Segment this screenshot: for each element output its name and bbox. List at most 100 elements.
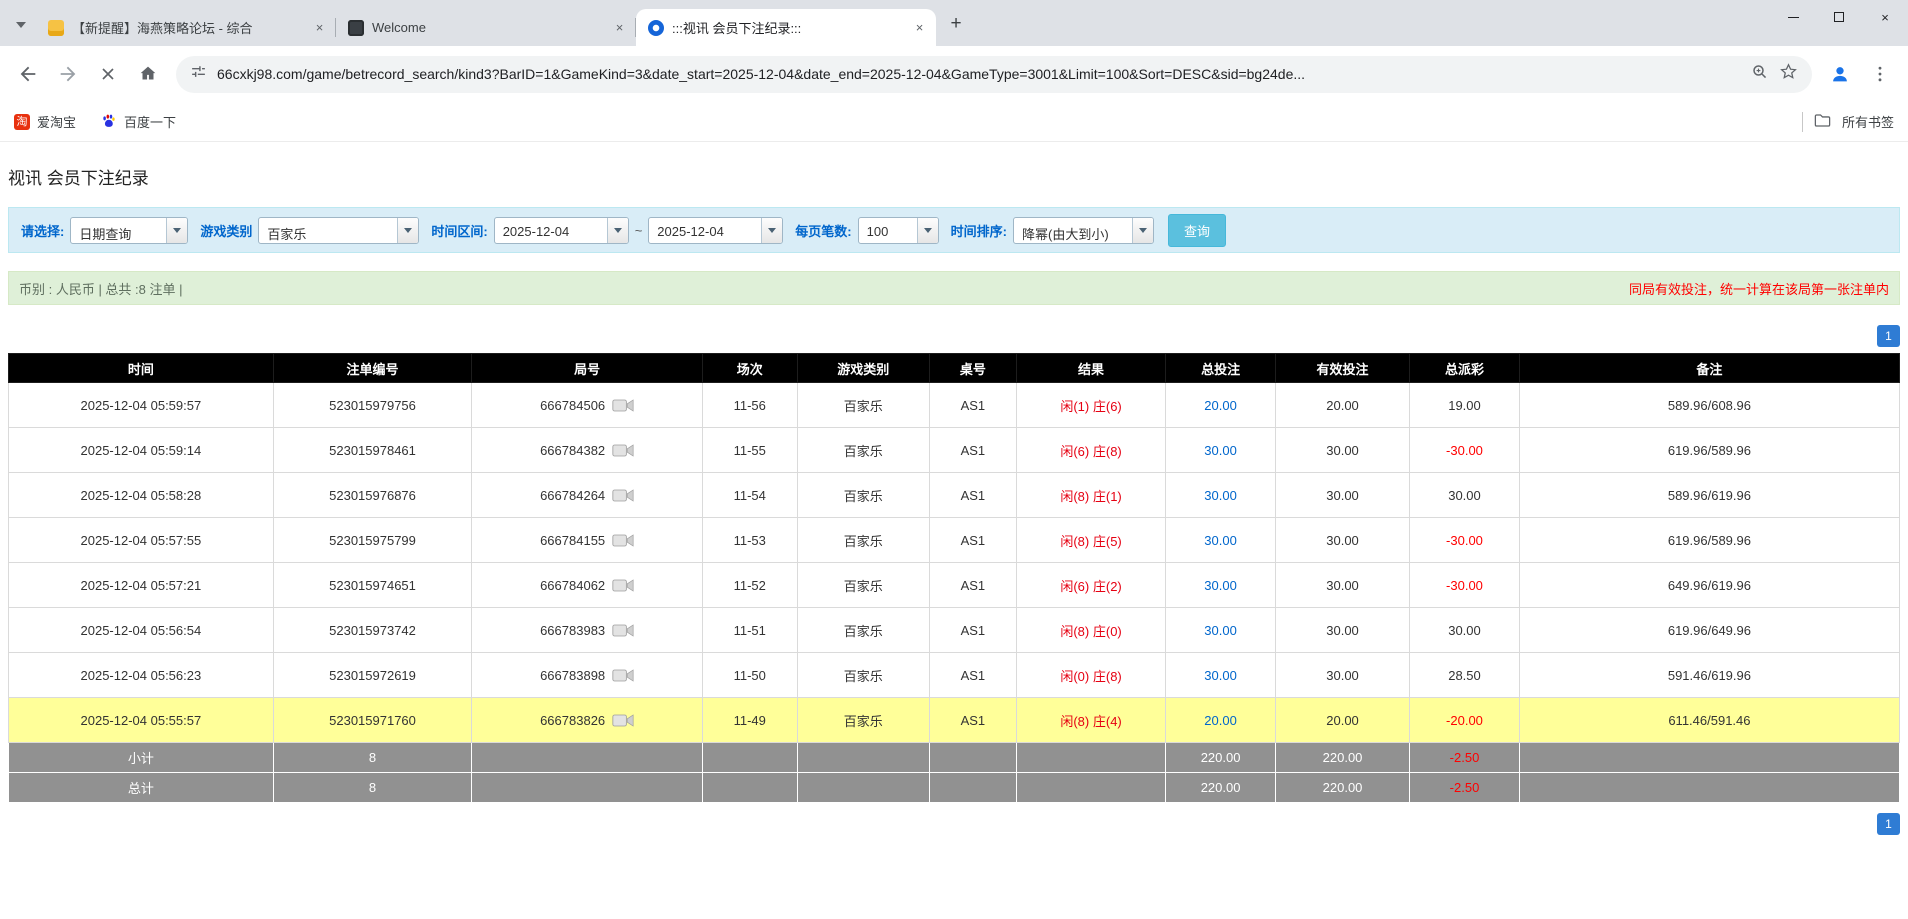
cell-time: 2025-12-04 05:56:23 <box>8 652 274 698</box>
payout-value: -30.00 <box>1446 577 1483 593</box>
cell-game-type: 百家乐 <box>796 652 930 698</box>
zoom-icon[interactable] <box>1751 63 1769 86</box>
pagination-bottom: 1 <box>8 813 1900 835</box>
profile-icon[interactable] <box>1822 56 1858 92</box>
total-bet-link[interactable]: 30.00 <box>1204 488 1237 503</box>
cell-total-bet[interactable]: 30.00 <box>1165 472 1276 518</box>
total-bet-link[interactable]: 30.00 <box>1204 578 1237 593</box>
cell-bet-id: 523015975799 <box>272 517 473 563</box>
game-type-value[interactable]: 百家乐 <box>259 218 397 243</box>
result-banker: 庄(0) <box>1092 623 1122 639</box>
sort-order-select[interactable]: 降幂(由大到小) <box>1012 216 1154 244</box>
cell-round: 666783983 <box>471 607 703 653</box>
page-number-button[interactable]: 1 <box>1877 813 1900 835</box>
date-end-value[interactable]: 2025-12-04 <box>649 218 761 243</box>
url-text[interactable]: 66cxkj98.com/game/betrecord_search/kind3… <box>217 66 1741 82</box>
round-number: 666784155 <box>540 532 606 548</box>
date-start-input[interactable]: 2025-12-04 <box>493 216 629 244</box>
home-button[interactable] <box>130 56 166 92</box>
dropdown-arrow-icon[interactable] <box>397 217 419 243</box>
bookmark-taobao[interactable]: 淘 爱淘宝 <box>14 112 76 131</box>
bookmark-star-icon[interactable] <box>1779 62 1798 86</box>
query-button[interactable]: 查询 <box>1167 213 1226 247</box>
dropdown-arrow-icon[interactable] <box>916 217 938 243</box>
video-replay-icon[interactable] <box>612 577 634 594</box>
total-bet-link[interactable]: 30.00 <box>1204 533 1237 548</box>
total-bet-link[interactable]: 30.00 <box>1204 443 1237 458</box>
game-type-select[interactable]: 百家乐 <box>258 216 420 244</box>
chevron-down-icon[interactable] <box>8 12 34 38</box>
cell-round: 666783898 <box>471 652 703 698</box>
column-header: 桌号 <box>928 353 1017 383</box>
table-header-row: 时间 注单编号 局号 场次 游戏类别 桌号 结果 总投注 有效投注 总派彩 备注 <box>8 353 1901 383</box>
cell-total-bet[interactable]: 30.00 <box>1165 517 1276 563</box>
url-bar[interactable]: 66cxkj98.com/game/betrecord_search/kind3… <box>176 55 1812 93</box>
select-type-label: 请选择: <box>21 223 65 239</box>
query-type-select[interactable]: 日期查询 <box>70 216 189 244</box>
column-header: 有效投注 <box>1274 353 1411 383</box>
total-bet-link[interactable]: 20.00 <box>1204 398 1237 413</box>
cell-session: 11-55 <box>701 427 798 473</box>
video-replay-icon[interactable] <box>612 667 634 684</box>
video-replay-icon[interactable] <box>612 397 634 414</box>
result-banker: 庄(8) <box>1092 668 1122 684</box>
menu-icon[interactable] <box>1862 56 1898 92</box>
cell-total-bet[interactable]: 30.00 <box>1165 562 1276 608</box>
date-start-value[interactable]: 2025-12-04 <box>495 218 607 243</box>
page-number-button[interactable]: 1 <box>1877 325 1900 347</box>
back-button[interactable] <box>10 56 46 92</box>
all-bookmarks-label[interactable]: 所有书签 <box>1842 112 1894 131</box>
cell-total-bet[interactable]: 30.00 <box>1165 652 1276 698</box>
summary-cell: -2.50 <box>1409 772 1520 803</box>
total-bet-link[interactable]: 20.00 <box>1204 713 1237 728</box>
tab-title: 【新提醒】海燕策略论坛 - 综合 <box>72 21 253 36</box>
per-page-select[interactable]: 100 <box>857 216 939 244</box>
site-info-icon[interactable] <box>190 63 207 85</box>
sort-order-value[interactable]: 降幂(由大到小) <box>1014 218 1132 243</box>
forward-button[interactable] <box>50 56 86 92</box>
query-type-value[interactable]: 日期查询 <box>71 218 166 243</box>
summary-cell <box>1015 742 1167 773</box>
video-replay-icon[interactable] <box>612 622 634 639</box>
video-replay-icon[interactable] <box>612 532 634 549</box>
per-page-value[interactable]: 100 <box>859 218 917 243</box>
minimize-button[interactable] <box>1770 0 1816 34</box>
tab-forum[interactable]: 【新提醒】海燕策略论坛 - 综合 × <box>36 9 336 46</box>
result-player: 闲(6) <box>1060 443 1090 459</box>
cell-note: 619.96/589.96 <box>1518 427 1901 473</box>
bookmark-baidu[interactable]: 百度一下 <box>100 112 176 132</box>
round-number: 666784506 <box>540 397 606 413</box>
total-bet-link[interactable]: 30.00 <box>1204 668 1237 683</box>
new-tab-button[interactable]: + <box>942 10 970 38</box>
maximize-button[interactable] <box>1816 0 1862 34</box>
close-tab-icon[interactable]: × <box>911 19 928 36</box>
bet-record-row: 2025-12-04 05:58:28 523015976876 666784264… <box>8 472 1901 518</box>
cell-total-bet[interactable]: 30.00 <box>1165 427 1276 473</box>
video-replay-icon[interactable] <box>612 442 634 459</box>
close-window-button[interactable]: × <box>1862 0 1908 34</box>
round-number: 666784382 <box>540 442 606 458</box>
cell-total-bet[interactable]: 30.00 <box>1165 607 1276 653</box>
dropdown-arrow-icon[interactable] <box>1131 217 1153 243</box>
cell-total-bet[interactable]: 20.00 <box>1165 697 1276 743</box>
cell-note: 611.46/591.46 <box>1518 697 1901 743</box>
close-tab-icon[interactable]: × <box>611 19 628 36</box>
tab-welcome[interactable]: Welcome × <box>336 9 636 46</box>
cell-game-type: 百家乐 <box>796 382 930 428</box>
video-replay-icon[interactable] <box>612 487 634 504</box>
cell-total-bet[interactable]: 20.00 <box>1165 382 1276 428</box>
bet-record-row: 2025-12-04 05:59:57 523015979756 666784506… <box>8 382 1901 428</box>
stop-loading-icon[interactable] <box>90 56 126 92</box>
video-replay-icon[interactable] <box>612 712 634 729</box>
total-bet-link[interactable]: 30.00 <box>1204 623 1237 638</box>
dropdown-arrow-icon[interactable] <box>761 217 783 243</box>
cell-round: 666784382 <box>471 427 703 473</box>
tab-bet-records[interactable]: :::视讯 会员下注纪录::: × <box>636 9 936 46</box>
dropdown-arrow-icon[interactable] <box>606 217 628 243</box>
close-tab-icon[interactable]: × <box>311 19 328 36</box>
result-player: 闲(0) <box>1060 668 1090 684</box>
dropdown-arrow-icon[interactable] <box>166 217 188 243</box>
date-end-input[interactable]: 2025-12-04 <box>648 216 784 244</box>
table-footer: 小计 8 220.00 220.00 -2.50 总计 8 220.00 220.00 -2.50 <box>8 742 1901 803</box>
cell-payout: 19.00 <box>1409 382 1520 428</box>
